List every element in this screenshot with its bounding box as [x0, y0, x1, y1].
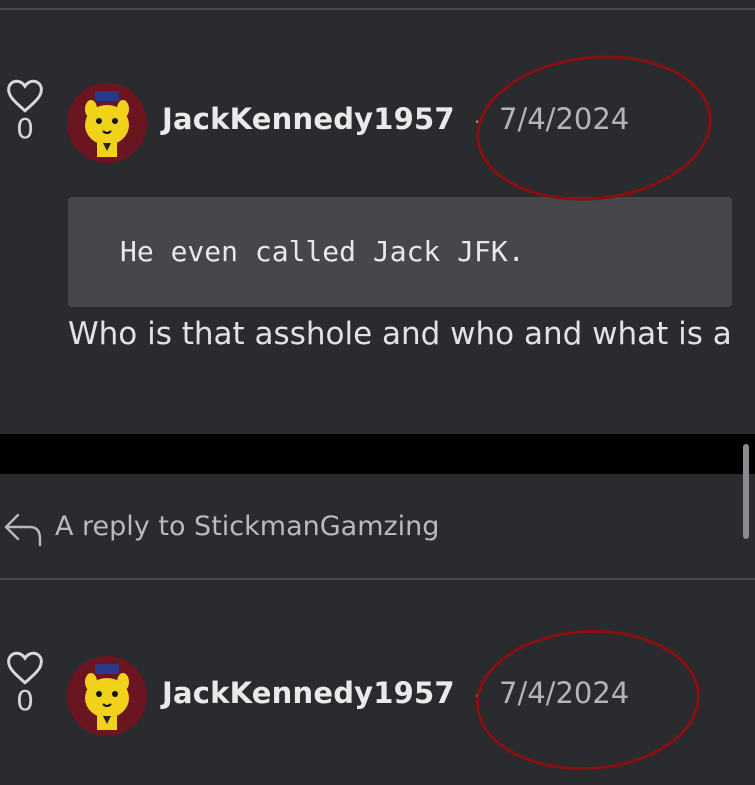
- avatar-mascot-icon: [67, 656, 147, 736]
- avatar[interactable]: [67, 83, 147, 163]
- like-count: 0: [16, 684, 34, 717]
- reply-arrow-icon: [4, 513, 42, 547]
- like-button[interactable]: 0: [0, 78, 50, 144]
- like-count: 0: [16, 112, 34, 145]
- reply-label: A reply to StickmanGamzing: [55, 511, 440, 542]
- heart-icon: [7, 79, 43, 113]
- username[interactable]: JackKennedy1957: [162, 102, 455, 136]
- divider: [0, 578, 755, 580]
- quote-block: He even called Jack JFK.: [68, 197, 732, 307]
- divider: [0, 8, 755, 10]
- quote-text: He even called Jack JFK.: [120, 235, 525, 268]
- like-button[interactable]: 0: [0, 650, 50, 716]
- username[interactable]: JackKennedy1957: [162, 676, 455, 710]
- avatar-mascot-icon: [67, 83, 147, 163]
- avatar[interactable]: [67, 656, 147, 736]
- heart-icon: [7, 651, 43, 685]
- scrollbar[interactable]: [743, 444, 749, 539]
- separator-band: [0, 434, 755, 474]
- comment-text: Who is that asshole and who and what is …: [68, 316, 732, 352]
